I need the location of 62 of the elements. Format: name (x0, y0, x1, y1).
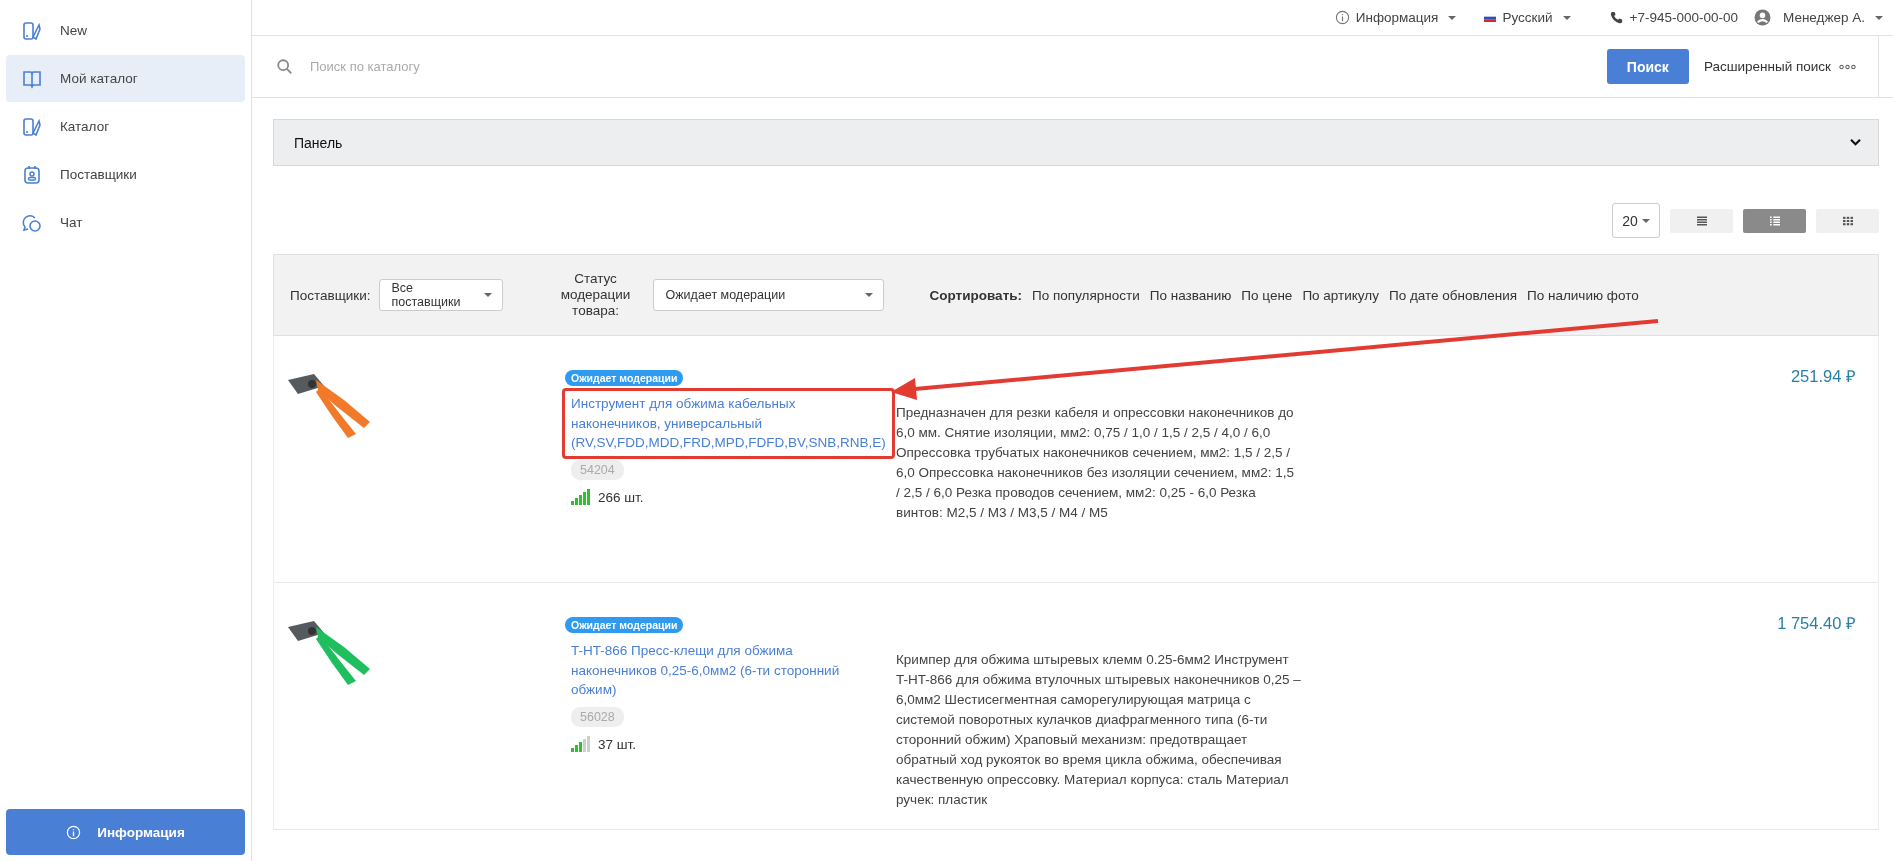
sort-option[interactable]: По артикулу (1302, 287, 1379, 303)
suppliers-select[interactable]: Все поставщики (378, 279, 503, 311)
product-price: 251.94 ₽ (1789, 366, 1857, 387)
product-description: Кримпер для обжима штыревых клемм 0.25-6мм2 Инструмент T-HT-866 для обжима втулочных штыревых наконечников 0,25 – 6,0мм2 Шестисегментная саморегулирующая матрица с системой поворотных кулачков диафрагменного типа (6-ти сторонний обжим) Храповый механизм: предотвращает обратный ход рукояток во время цикла обжима, обеспечивая качественную опрессовку. Материал корпуса: сталь Материал ручек: пластик (896, 651, 1301, 809)
moderation-status-badge: Ожидает модерации (565, 617, 684, 633)
list-icon (1695, 215, 1708, 226)
sort-label: Сортировать: (929, 287, 1023, 303)
more-icon (1839, 63, 1856, 70)
sort-option[interactable]: По цене (1241, 287, 1293, 303)
table-icon (1768, 215, 1781, 226)
product-title-link[interactable]: Инструмент для обжима кабельных наконечников, универсальный (RV,SV,FDD,MDD,FRD,MPD,FDFD,BV,SNB,RNB,E) (562, 388, 895, 459)
chevron-icon (1849, 138, 1862, 147)
phone-number: +7-945-000-00-00 (1608, 10, 1738, 25)
sidebar-item[interactable]: Поставщики (6, 151, 245, 198)
grid-icon (1841, 215, 1854, 226)
user-avatar-icon (1754, 9, 1771, 26)
caret-icon (1641, 218, 1650, 223)
pencil-book-icon (22, 116, 42, 137)
advanced-search-link[interactable]: Расширенный поиск (1703, 59, 1831, 74)
stock-quantity: 266 шт. (598, 489, 644, 505)
sort-option[interactable]: По дате обновления (1388, 287, 1518, 303)
flag-icon (1484, 13, 1497, 22)
sidebar-item[interactable]: Мой каталог (6, 55, 245, 102)
phone-icon (1608, 10, 1624, 25)
search-icon (276, 57, 294, 76)
sort-option[interactable]: По популярности (1032, 287, 1140, 303)
stock-quantity: 37 шт. (598, 736, 637, 752)
info-icon (66, 824, 82, 840)
panel-header[interactable]: Панель (273, 119, 1879, 166)
suppliers-label: Поставщики: (290, 287, 371, 303)
caret-icon (1562, 15, 1571, 20)
per-page-select[interactable]: 20 (1612, 203, 1660, 238)
product-description: Предназначен для резки кабеля и опрессовки наконечников до 6,0 мм. Снятие изоляции, мм2: 0,75 / 1,0 / 1,5 / 2,5 / 4,0 / 6,0 Опрессовка трубчатых наконечников сечением, мм2: 1,5 / 2,5 / 6,0 Опрессовка наконечников без изоляции сечением, мм2: 1,5 / 2,5 / 6,0 Резка проводов сечением, мм2: 0,25 - 6,0 Резка винтов: М2,5 / М3 / М3,5 / М4 / М5 (896, 404, 1295, 522)
product-title-link[interactable]: T-HT-866 Пресс-клещи для обжима наконечников 0,25-6,0мм2 (6-ти сторонний обжим) (562, 635, 890, 706)
caret-icon (1448, 15, 1457, 20)
sort-option[interactable]: По наличию фото (1527, 287, 1639, 303)
info-icon (1334, 10, 1350, 25)
user-menu[interactable]: Менеджер А. (1754, 9, 1883, 26)
caret-icon (864, 293, 873, 297)
sidebar-item[interactable]: New (6, 7, 245, 54)
id-badge-icon (22, 164, 42, 185)
caret-icon (483, 293, 492, 297)
sku-tag: 54204 (571, 459, 624, 480)
status-label: Статус модерации товара: (559, 271, 632, 319)
book-icon (22, 68, 42, 89)
sidebar-item[interactable]: Чат (6, 199, 245, 246)
search-button[interactable]: Поиск (1606, 49, 1689, 84)
pencil-book-icon (22, 20, 42, 41)
caret-icon (1875, 15, 1883, 20)
list-view-button[interactable] (1670, 208, 1733, 233)
moderation-status-badge: Ожидает модерации (565, 370, 684, 386)
sku-tag: 56028 (571, 706, 624, 727)
chat-icon (22, 212, 42, 233)
grid-view-button[interactable] (1816, 208, 1879, 233)
info-button[interactable]: Информация (6, 809, 245, 855)
table-view-button[interactable] (1743, 208, 1806, 233)
info-menu[interactable]: Информация (1334, 10, 1457, 25)
sort-option[interactable]: По названию (1149, 287, 1232, 303)
language-menu[interactable]: Русский (1484, 10, 1571, 25)
status-select[interactable]: Ожидает модерации (652, 279, 884, 311)
sidebar-item[interactable]: Каталог (6, 103, 245, 150)
product-price: 1 754.40 ₽ (1776, 613, 1857, 634)
